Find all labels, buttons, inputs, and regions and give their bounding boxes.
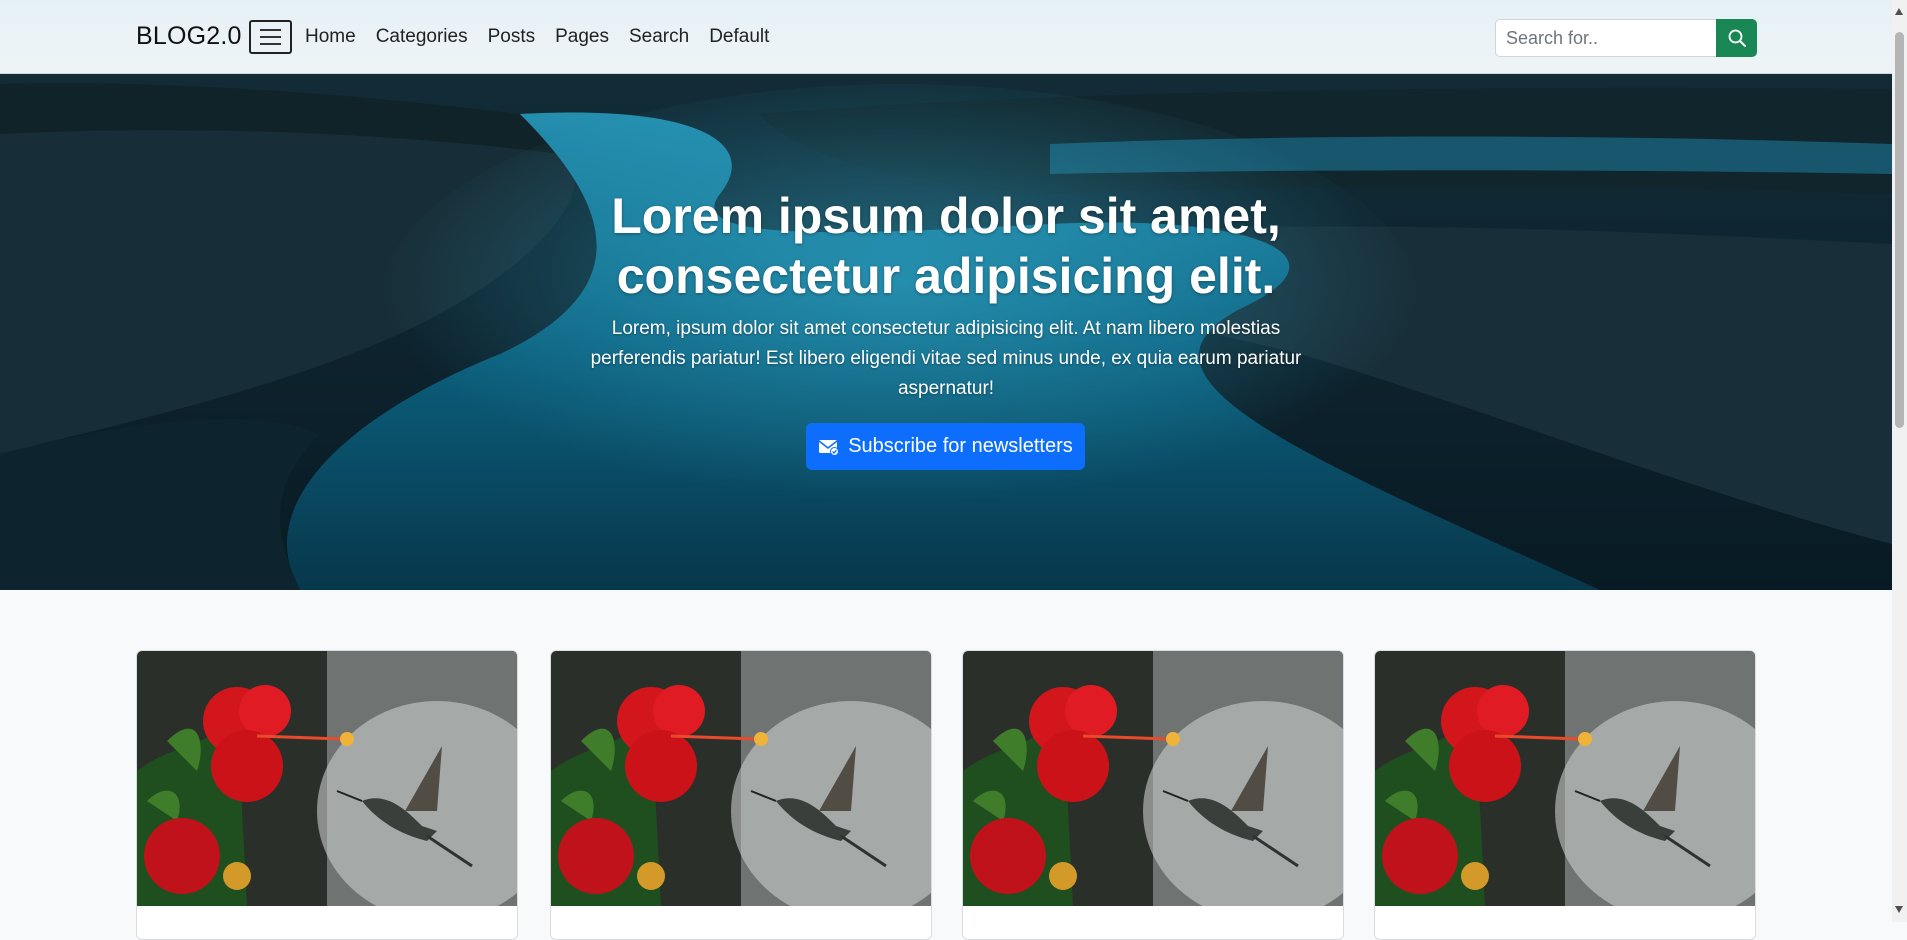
nav-link-posts[interactable]: Posts	[488, 26, 536, 48]
hero-title: Lorem ipsum dolor sit amet, consectetur …	[611, 188, 1281, 304]
hero-description: Lorem, ipsum dolor sit amet consectetur …	[590, 318, 1302, 399]
top-navbar: BLOG2.0 Home Categories Posts Pages Sear…	[0, 0, 1892, 74]
post-card-image	[963, 651, 1343, 906]
nav-link-home[interactable]: Home	[305, 26, 356, 48]
post-card-image	[137, 651, 517, 906]
search-form	[1495, 19, 1757, 57]
nav-links: Home Categories Posts Pages Search Defau…	[305, 26, 789, 48]
search-input[interactable]	[1495, 19, 1716, 57]
post-card[interactable]	[962, 650, 1344, 940]
menu-toggle-button[interactable]	[249, 20, 292, 54]
scroll-down-icon[interactable]	[1895, 906, 1903, 913]
scroll-up-icon[interactable]	[1895, 8, 1903, 15]
scroll-thumb[interactable]	[1895, 32, 1904, 428]
post-card-image	[551, 651, 931, 906]
post-card[interactable]	[136, 650, 518, 940]
subscribe-label: Subscribe for newsletters	[848, 435, 1073, 457]
hero-banner: Lorem ipsum dolor sit amet, consectetur …	[0, 74, 1892, 590]
nav-link-search[interactable]: Search	[629, 26, 689, 48]
nav-link-categories[interactable]: Categories	[376, 26, 468, 48]
subscribe-button[interactable]: Subscribe for newsletters	[806, 423, 1085, 470]
search-button[interactable]	[1716, 19, 1757, 57]
nav-link-pages[interactable]: Pages	[555, 26, 609, 48]
brand-logo[interactable]: BLOG2.0	[136, 22, 242, 51]
post-card[interactable]	[1374, 650, 1756, 940]
post-card[interactable]	[550, 650, 932, 940]
envelope-check-icon	[818, 439, 840, 456]
page-scrollbar[interactable]	[1892, 0, 1907, 922]
hamburger-icon	[260, 29, 281, 31]
search-icon	[1728, 29, 1746, 47]
nav-link-default[interactable]: Default	[709, 26, 769, 48]
post-card-image	[1375, 651, 1755, 906]
